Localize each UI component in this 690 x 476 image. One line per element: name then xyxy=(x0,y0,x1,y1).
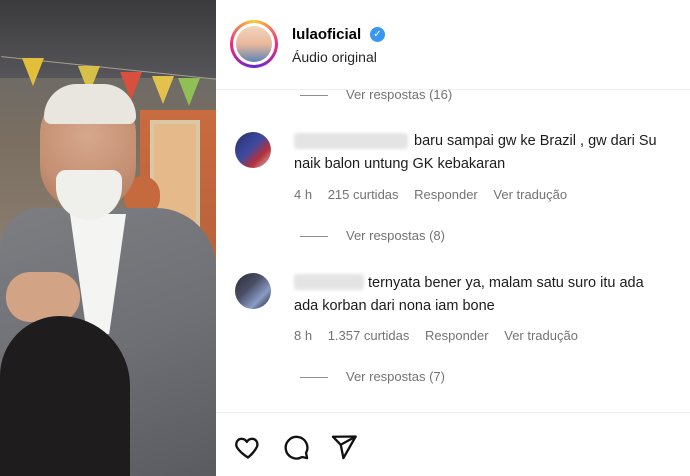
comment-text: ternyata bener ya, malam satu suro itu a… xyxy=(368,275,644,291)
comment-icon[interactable] xyxy=(282,433,310,461)
post-header: lulaoficial ✓ Áudio original xyxy=(216,0,690,90)
comment-text: baru sampai gw ke Brazil , gw dari Su xyxy=(414,133,657,149)
view-replies-button[interactable]: Ver respostas (16) xyxy=(346,87,452,102)
commenter-username-blurred[interactable] xyxy=(294,274,364,290)
foreground-person-head xyxy=(0,316,130,476)
replies-divider xyxy=(300,377,328,378)
view-replies-button[interactable]: Ver respostas (8) xyxy=(346,228,445,243)
action-bar xyxy=(216,412,690,476)
replies-divider xyxy=(300,95,328,96)
person-hand xyxy=(6,272,80,322)
comment-time: 8 h xyxy=(294,328,313,343)
translate-button[interactable]: Ver tradução xyxy=(493,187,567,202)
comment-text: naik balon untung GK kebakaran xyxy=(294,156,506,172)
profile-avatar[interactable] xyxy=(230,20,278,68)
comment-time: 4 h xyxy=(294,187,313,202)
reply-button[interactable]: Responder xyxy=(425,328,489,343)
comment-avatar[interactable] xyxy=(235,273,271,309)
replies-divider xyxy=(300,236,328,237)
avatar-image xyxy=(236,26,272,62)
verified-badge-icon: ✓ xyxy=(370,27,385,42)
view-replies-button[interactable]: Ver respostas (7) xyxy=(346,369,445,384)
heart-icon[interactable] xyxy=(234,433,262,461)
bunting-flag xyxy=(152,76,174,104)
bunting-flag xyxy=(178,78,200,106)
video-frame[interactable] xyxy=(0,0,216,476)
audio-label[interactable]: Áudio original xyxy=(292,49,377,65)
post-panel: lulaoficial ✓ Áudio original Ver respost… xyxy=(216,0,690,476)
comment-likes[interactable]: 1.357 curtidas xyxy=(328,328,410,343)
reply-button[interactable]: Responder xyxy=(414,187,478,202)
comment-meta: 4 h 215 curtidas Responder Ver tradução xyxy=(294,187,579,202)
commenter-username-blurred[interactable] xyxy=(294,133,408,149)
comment-meta: 8 h 1.357 curtidas Responder Ver traduçã… xyxy=(294,328,590,343)
bunting-flag xyxy=(22,58,44,86)
username-link[interactable]: lulaoficial xyxy=(292,26,361,43)
comment-likes[interactable]: 215 curtidas xyxy=(328,187,399,202)
translate-button[interactable]: Ver tradução xyxy=(504,328,578,343)
person-hair xyxy=(44,84,136,124)
comment-avatar[interactable] xyxy=(235,132,271,168)
send-icon[interactable] xyxy=(330,433,358,461)
comment-text: ada korban dari nona iam bone xyxy=(294,298,495,314)
